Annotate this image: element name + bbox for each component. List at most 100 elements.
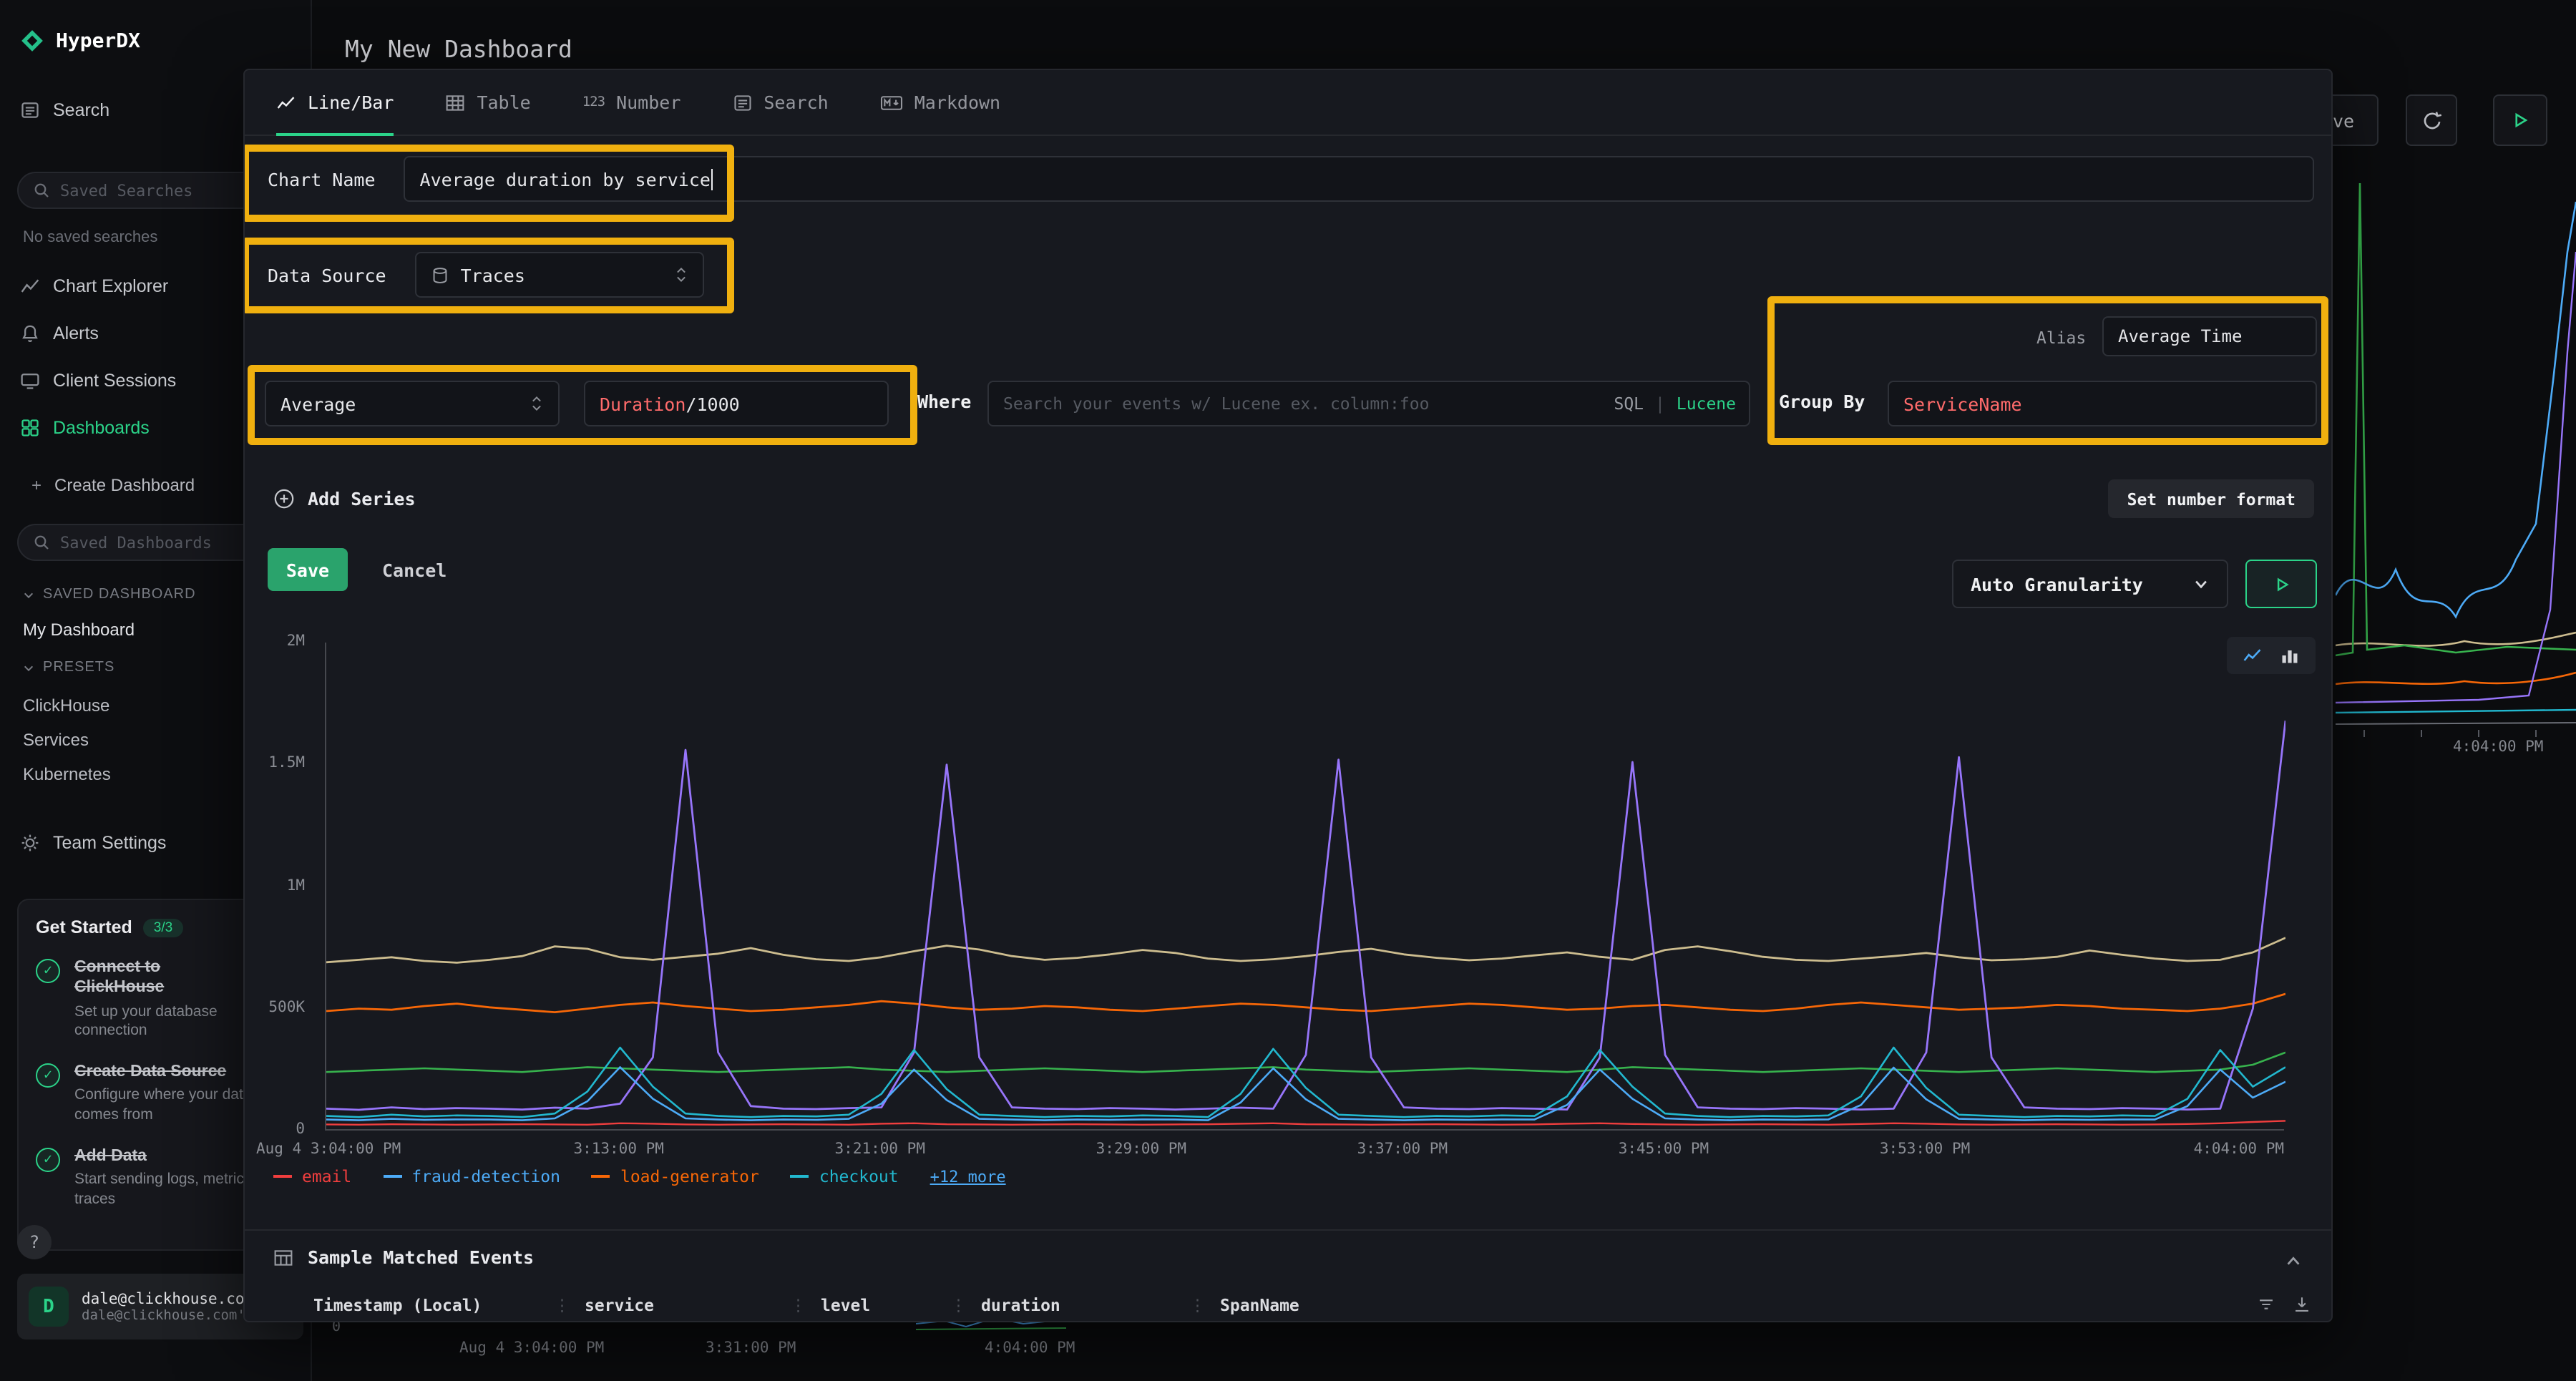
y-axis-tick-label: 1M (287, 877, 305, 894)
select-chevrons-icon (674, 266, 688, 283)
run-query-button[interactable] (2245, 560, 2317, 608)
set-number-format-button[interactable]: Set number format (2109, 479, 2314, 518)
chart-line-fraud-detection (326, 1067, 2285, 1120)
x-axis-tick-label: Aug 4 3:04:00 PM (256, 1141, 401, 1158)
legend-item-checkout[interactable]: checkout (791, 1166, 899, 1186)
text-caret (712, 168, 713, 190)
sidebar-item-team-settings[interactable]: Team Settings (20, 833, 166, 853)
line-chart-icon (276, 92, 296, 112)
check-circle-icon: ✓ (36, 1147, 60, 1171)
legend-dash-icon (273, 1175, 292, 1178)
legend-item-email[interactable]: email (273, 1166, 351, 1186)
download-icon[interactable] (2293, 1295, 2311, 1314)
legend-label: email (302, 1166, 351, 1186)
sample-events-table-header: Timestamp (Local) ⋮service ⋮level ⋮durat… (313, 1295, 2245, 1315)
app-root: My New Dashboard Save 4:04:00 PM 0 (0, 0, 2576, 1381)
y-axis-tick-label: 500K (268, 999, 305, 1016)
group-by-input[interactable]: ServiceName (1888, 381, 2317, 426)
section-saved-dashboards[interactable]: SAVED DASHBOARD (23, 587, 196, 602)
x-axis-tick-label: 3:21:00 PM (835, 1141, 925, 1158)
sidebar-item-dashboards[interactable]: Dashboards (20, 418, 150, 438)
divider (245, 1229, 2331, 1231)
no-saved-searches-text: No saved searches (23, 229, 157, 246)
column-header-level[interactable]: ⋮level (790, 1295, 950, 1315)
section-presets[interactable]: PRESETS (23, 660, 114, 675)
dashboards-grid-icon (20, 418, 40, 438)
tab-search[interactable]: Search (732, 69, 828, 135)
chart-line-series-purple (326, 721, 2285, 1110)
save-button[interactable]: Save (268, 548, 348, 591)
search-logs-icon (20, 100, 40, 120)
background-x-tick: 4:04:00 PM (985, 1339, 1075, 1357)
y-axis-tick-label: 2M (287, 633, 305, 650)
cancel-button[interactable]: Cancel (368, 548, 461, 591)
lucene-toggle[interactable]: Lucene (1677, 394, 1736, 414)
granularity-select[interactable]: Auto Granularity (1952, 560, 2228, 608)
help-button[interactable]: ? (17, 1225, 52, 1259)
legend-label: checkout (819, 1166, 899, 1186)
column-header-duration[interactable]: ⋮duration (950, 1295, 1189, 1315)
alias-label: Alias (2036, 328, 2086, 348)
brand[interactable]: HyperDX (20, 29, 140, 53)
sidebar-item-client-sessions[interactable]: Client Sessions (20, 371, 176, 391)
saved-searches-input[interactable] (60, 181, 260, 200)
group-by-label: Group By (1779, 391, 1865, 412)
saved-dashboards-input[interactable] (60, 533, 260, 552)
legend-more-link[interactable]: +12 more (930, 1167, 1006, 1186)
check-circle-icon: ✓ (36, 1063, 60, 1088)
avatar: D (29, 1287, 69, 1327)
sidebar-item-my-dashboard[interactable]: My Dashboard (23, 620, 135, 640)
sidebar-item-alerts[interactable]: Alerts (20, 323, 99, 343)
chart-plot-area[interactable] (325, 643, 2284, 1131)
tab-number[interactable]: 123 Number (582, 69, 681, 135)
add-series-button[interactable]: Add Series (273, 488, 416, 509)
chart-name-input[interactable]: Average duration by service (404, 156, 2314, 202)
check-circle-icon: ✓ (36, 959, 60, 983)
column-header-timestamp[interactable]: Timestamp (Local) (313, 1295, 554, 1315)
get-started-progress-badge: 3/3 (144, 918, 182, 937)
chart-editor-modal: Line/Bar Table 123 Number Search Markdow… (243, 69, 2333, 1322)
play-icon (2272, 575, 2290, 593)
alias-input[interactable]: Average Time (2102, 316, 2317, 356)
chart-x-axis: Aug 4 3:04:00 PM3:13:00 PM3:21:00 PM3:29… (325, 1141, 2284, 1161)
field-expression-input[interactable]: Duration/1000 (584, 381, 889, 426)
legend-dash-icon (791, 1175, 809, 1178)
data-source-select[interactable]: Traces (415, 252, 704, 298)
sidebar-item-clickhouse[interactable]: ClickHouse (23, 696, 109, 716)
x-axis-tick-label: 3:29:00 PM (1096, 1141, 1186, 1158)
column-header-service[interactable]: ⋮service (554, 1295, 790, 1315)
background-x-tick: Aug 4 3:04:00 PM (459, 1339, 604, 1357)
where-search: SQL | Lucene (987, 381, 1750, 426)
page-title: My New Dashboard (345, 36, 572, 63)
tab-table[interactable]: Table (445, 69, 530, 135)
sample-events-header[interactable]: Sample Matched Events (273, 1246, 534, 1268)
sidebar-item-kubernetes[interactable]: Kubernetes (23, 764, 111, 784)
sql-toggle[interactable]: SQL (1614, 394, 1644, 414)
collapse-chevron-up-icon[interactable] (2284, 1252, 2303, 1271)
tab-line-bar[interactable]: Line/Bar (276, 69, 394, 135)
background-chart (2336, 123, 2576, 753)
table-icon (273, 1247, 293, 1267)
aggregation-select[interactable]: Average (265, 381, 560, 426)
legend-label: load-generator (620, 1166, 759, 1186)
tab-markdown[interactable]: Markdown (880, 69, 1000, 135)
x-axis-tick-label: 3:37:00 PM (1357, 1141, 1448, 1158)
column-separator: ⋮ (554, 1295, 570, 1315)
legend-dash-icon (383, 1175, 401, 1178)
legend-item-fraud-detection[interactable]: fraud-detection (383, 1166, 560, 1186)
chart-line-series-khaki (326, 938, 2285, 963)
create-dashboard-button[interactable]: + Create Dashboard (31, 475, 195, 495)
number-123-icon: 123 (582, 94, 605, 110)
sidebar-item-services[interactable]: Services (23, 730, 89, 750)
filter-icon[interactable] (2257, 1295, 2275, 1314)
sidebar-item-chart-explorer[interactable]: Chart Explorer (20, 276, 168, 296)
column-header-spanname[interactable]: ⋮SpanName (1189, 1295, 2245, 1315)
sidebar-item-search[interactable]: Search (20, 100, 109, 120)
search-icon (33, 182, 50, 199)
chevron-down-icon (23, 589, 34, 600)
markdown-icon (880, 92, 903, 112)
legend-item-load-generator[interactable]: load-generator (592, 1166, 759, 1186)
chart-line-load-generator (326, 994, 2285, 1012)
column-separator: ⋮ (950, 1295, 967, 1315)
toggle-separator: | (1655, 394, 1665, 414)
